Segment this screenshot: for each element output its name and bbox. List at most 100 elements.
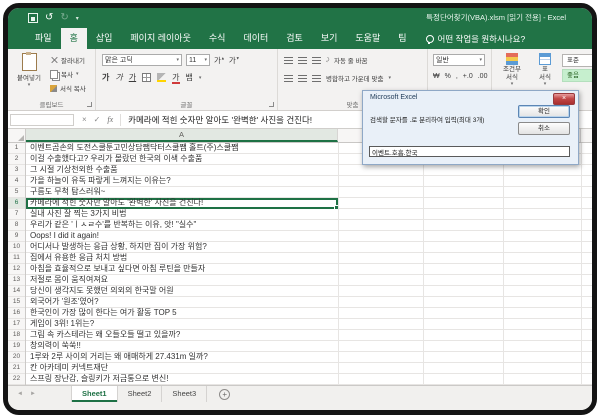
row-header-2[interactable]: 2 [8, 154, 25, 165]
tab-file[interactable]: 파일 [26, 28, 61, 49]
row-header-16[interactable]: 16 [8, 308, 25, 319]
cell-A15[interactable]: 외국어가 '원조'였어? [30, 297, 99, 308]
tell-me-search[interactable]: 어떤 작업을 원하시나요? [426, 28, 526, 49]
paste-button[interactable]: 붙여넣기 ▾ [13, 53, 45, 88]
format-painter-button[interactable]: 서식 복사 [50, 83, 86, 93]
cell-A21[interactable]: 칸 아카데미 커넥트재단 [30, 363, 108, 374]
row-header-22[interactable]: 22 [8, 374, 25, 385]
row-header-1[interactable]: 1 [8, 143, 25, 154]
phonetic-button[interactable]: 뱁 [186, 72, 193, 83]
row-header-15[interactable]: 15 [8, 297, 25, 308]
cell-A20[interactable]: 1루와 2루 사이의 거리는 왜 애매하게 27.431m 일까? [30, 352, 208, 363]
copy-button[interactable]: 복사 ▾ [50, 69, 86, 79]
format-as-table-button[interactable]: 표 서식 ▾ [530, 53, 560, 89]
number-format-select[interactable]: 일반▾ [433, 54, 485, 66]
tab-insert[interactable]: 삽입 [87, 28, 122, 49]
grow-font-button[interactable]: 가▲ [214, 55, 225, 66]
select-all-button[interactable] [8, 129, 26, 142]
cell-style-good[interactable]: 좋음 [562, 69, 592, 82]
cell-A7[interactable]: 실내 사진 잘 찍는 3가지 비법 [30, 209, 127, 220]
tab-page-layout[interactable]: 페이지 레이아웃 [121, 28, 199, 49]
decrease-decimal-button[interactable]: .00 [478, 73, 488, 80]
cell-A8[interactable]: 우리가 같은 'ㅣㅅㄹ수'를 반복하는 이유, 앗! "실수" [30, 220, 196, 231]
align-top-icon[interactable] [284, 57, 293, 64]
row-header-8[interactable]: 8 [8, 220, 25, 231]
insert-function-icon[interactable]: fx [107, 115, 113, 124]
row-header-6[interactable]: 6 [8, 198, 25, 209]
sheet-tab-sheet3[interactable]: Sheet3 [162, 386, 207, 402]
row-header-12[interactable]: 12 [8, 264, 25, 275]
save-icon[interactable] [28, 13, 38, 23]
row-header-20[interactable]: 20 [8, 352, 25, 363]
bold-button[interactable]: 가 [102, 72, 109, 83]
row-header-21[interactable]: 21 [8, 363, 25, 374]
borders-icon[interactable] [142, 73, 151, 82]
align-middle-icon[interactable] [298, 57, 307, 64]
cell-A11[interactable]: 집에서 유용한 응급 처치 방법 [30, 253, 127, 264]
font-name-select[interactable]: 맑은 고딕▾ [102, 54, 182, 66]
cells-area[interactable]: 이벤트곰손의 도전스쿨툰고민상담쨈닥터스쿨쨈 홀트(주)스쿨쨈이걸 수출했다고?… [26, 143, 592, 385]
font-color-icon[interactable]: 가 [172, 74, 179, 82]
fill-color-icon[interactable] [157, 73, 166, 82]
cell-A4[interactable]: 가을 하늘이 유독 파랗게 느껴지는 이유는? [30, 176, 171, 187]
dialog-ok-button[interactable]: 확인 [518, 105, 570, 118]
qat-customize-icon[interactable]: ▾ [76, 15, 79, 22]
cell-A10[interactable]: 어디서나 발생하는 응급 상황, 하지만 집이 가장 위험? [30, 242, 207, 253]
cell-A17[interactable]: 게임이 3위! 1위는? [30, 319, 94, 330]
cell-A13[interactable]: 저절로 몸이 움직여져요 [30, 275, 108, 286]
wrap-text-button[interactable]: 자동 줄 바꿈 [334, 55, 368, 65]
row-header-4[interactable]: 4 [8, 176, 25, 187]
cell-A12[interactable]: 아침을 효율적으로 보내고 싶다면 아침 루틴을 만들자 [30, 264, 205, 275]
sheet-nav-right-icon[interactable]: ► [30, 391, 36, 397]
tab-team[interactable]: 팀 [389, 28, 415, 49]
cell-A3[interactable]: 그 시절 기상천외한 수출품 [30, 165, 118, 176]
tab-review[interactable]: 검토 [277, 28, 312, 49]
orientation-icon[interactable]: ⤸ [326, 57, 329, 63]
comma-format-button[interactable]: , [456, 73, 458, 80]
row-header-7[interactable]: 7 [8, 209, 25, 220]
row-header-19[interactable]: 19 [8, 341, 25, 352]
align-left-icon[interactable] [284, 75, 293, 82]
tab-home[interactable]: 홈 [61, 28, 87, 49]
merge-center-button[interactable]: 병합하고 가운데 맞춤 [326, 73, 383, 83]
tab-formulas[interactable]: 수식 [200, 28, 235, 49]
tab-data[interactable]: 데이터 [234, 28, 277, 49]
cell-A5[interactable]: 구름도 무척 탐스러워~ [30, 187, 105, 198]
cell-A19[interactable]: 창의력이 쑥쑥!! [30, 341, 81, 352]
row-header-17[interactable]: 17 [8, 319, 25, 330]
dialog-launcher-icon[interactable] [87, 102, 92, 107]
dialog-close-icon[interactable]: × [553, 93, 575, 105]
sheet-tab-sheet2[interactable]: Sheet2 [118, 386, 163, 402]
sheet-tab-sheet1[interactable]: Sheet1 [71, 386, 118, 402]
name-box[interactable] [10, 114, 74, 126]
row-header-10[interactable]: 10 [8, 242, 25, 253]
row-header-14[interactable]: 14 [8, 286, 25, 297]
font-size-select[interactable]: 11▾ [186, 54, 210, 66]
italic-button[interactable]: 가 [115, 72, 122, 83]
undo-icon[interactable]: ↺ [45, 13, 53, 23]
row-header-18[interactable]: 18 [8, 330, 25, 341]
cell-A18[interactable]: 그림 속 카스테라는 왜 오들오들 떨고 있을까? [30, 330, 180, 341]
cancel-entry-icon[interactable]: × [82, 115, 87, 124]
cell-A14[interactable]: 당신이 생각지도 못했던 의외의 한국말 어원 [30, 286, 174, 297]
cell-A16[interactable]: 한국인이 가장 많이 한다는 여가 활동 TOP 5 [30, 308, 177, 319]
cut-button[interactable]: 잘라내기 [50, 55, 86, 65]
currency-format-button[interactable]: ₩ [433, 73, 440, 80]
dialog-cancel-button[interactable]: 취소 [518, 122, 570, 135]
cell-A9[interactable]: Oops! I did it again! [30, 231, 99, 242]
row-header-13[interactable]: 13 [8, 275, 25, 286]
row-header-9[interactable]: 9 [8, 231, 25, 242]
percent-format-button[interactable]: % [445, 73, 451, 80]
cell-A1[interactable]: 이벤트곰손의 도전스쿨툰고민상담쨈닥터스쿨쨈 홀트(주)스쿨쨈 [30, 143, 239, 154]
cell-A6[interactable]: 카메라에 적힌 숫자만 알아도 '완벽한' 사진을 건진다! [30, 198, 203, 209]
row-header-3[interactable]: 3 [8, 165, 25, 176]
tab-view[interactable]: 보기 [312, 28, 347, 49]
shrink-font-button[interactable]: 가▼ [229, 55, 240, 66]
add-sheet-button[interactable]: + [219, 389, 230, 400]
conditional-formatting-button[interactable]: 조건부 서식 ▾ [496, 53, 528, 89]
underline-button[interactable]: 가 [129, 72, 136, 83]
dialog-text-input[interactable] [369, 146, 570, 157]
tab-help[interactable]: 도움말 [346, 28, 389, 49]
dialog-launcher-icon[interactable] [269, 102, 274, 107]
align-right-icon[interactable] [312, 75, 321, 82]
